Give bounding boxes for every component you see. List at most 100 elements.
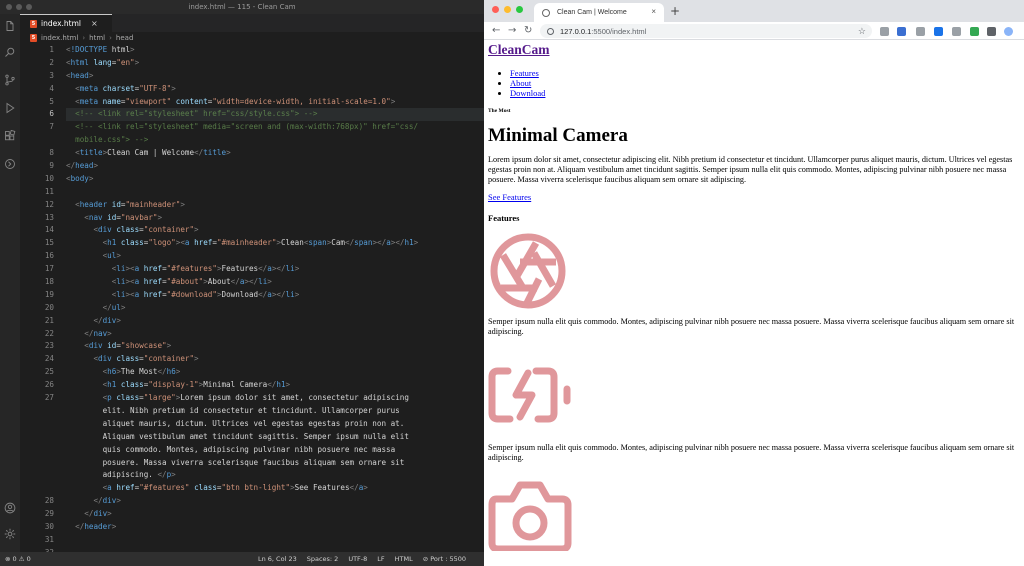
code-editor[interactable]: 1 2 3 4 5 6 7 8 9 10 11 12 13 14 15 16 17 18 19 20 21 22 23 24 2… [20,44,484,557]
code-line[interactable]: <meta name="viewport" content="width=dev… [66,96,484,109]
run-debug-icon[interactable] [4,102,16,114]
nav-link-download[interactable]: Download [510,88,545,98]
code-line[interactable]: <!DOCTYPE html> [66,44,484,57]
code-line[interactable]: </nav> [66,328,484,341]
remote-icon[interactable] [4,158,16,170]
line-number: 25 [44,367,54,377]
forward-button[interactable]: → [508,24,516,38]
code-line[interactable]: <body> [66,173,484,186]
code-line[interactable]: aliquet mauris, dictum. Ultrices vel ege… [66,418,484,431]
site-logo: CleanCam [488,42,1020,58]
code-line[interactable]: <a href="#features" class="btn btn-light… [66,482,484,495]
code-line[interactable] [66,186,484,199]
breadcrumb-item[interactable]: index.html [41,34,78,42]
code-line[interactable]: </div> [66,495,484,508]
files-icon[interactable] [4,20,16,32]
indentation[interactable]: Spaces: 2 [307,552,339,566]
code-line[interactable]: <nav id="navbar"> [66,212,484,225]
code-line[interactable]: <!-- <link rel="stylesheet" media="scree… [66,121,484,134]
code-line[interactable]: </ul> [66,302,484,315]
code-area[interactable]: <!DOCTYPE html> <html lang="en"> <head> <m… [66,44,484,560]
tab-index-html[interactable]: 5 index.html × [20,14,112,32]
address-bar[interactable]: 127.0.0.1:5500/index.html ☆ [540,24,872,38]
breadcrumb-item[interactable]: head [116,34,133,42]
code-line[interactable]: <meta charset="UTF-8"> [66,83,484,96]
nav-list: Features About Download [510,68,1020,98]
extension-icon[interactable] [897,27,906,36]
nav-item: Features [510,68,1020,78]
url-path: :5500/index.html [591,26,647,36]
code-line[interactable]: <html lang="en"> [66,57,484,70]
problems-indicator[interactable]: ⊗ 0 ⚠ 0 [5,552,31,566]
code-line[interactable]: mobile.css"> --> [66,134,484,147]
code-line[interactable]: elit. Nibh pretium id consectetur et tin… [66,405,484,418]
code-line[interactable]: Aliquam vestibulum amet tincidunt sagitt… [66,431,484,444]
breadcrumb-item[interactable]: html [89,34,105,42]
nav-link-features[interactable]: Features [510,68,539,78]
code-line[interactable]: <div id="showcase"> [66,340,484,353]
code-line[interactable]: <h6>The Most</h6> [66,366,484,379]
bookmark-star-icon[interactable]: ☆ [858,24,866,38]
close-icon[interactable]: × [91,19,98,28]
code-line[interactable]: </div> [66,315,484,328]
extension-icon[interactable] [916,27,925,36]
site-info-icon[interactable] [547,27,554,35]
new-tab-button[interactable]: + [670,4,680,18]
live-server-port[interactable]: ⊘ Port : 5500 [423,552,466,566]
code-line[interactable]: <li><a href="#download">Download</a></li… [66,289,484,302]
code-line[interactable]: <header id="mainheader"> [66,199,484,212]
account-icon[interactable] [4,502,16,514]
puzzle-icon[interactable] [987,27,996,36]
logo-link[interactable]: CleanCam [488,42,550,57]
code-line[interactable]: adipiscing. </p> [66,469,484,482]
extension-icon[interactable] [952,27,961,36]
activity-bar [0,14,20,552]
reload-button[interactable]: ↻ [524,24,532,38]
code-line[interactable]: <p class="large">Lorem ipsum dolor sit a… [66,392,484,405]
extension-icon[interactable] [970,27,979,36]
code-line[interactable]: <div class="container"> [66,353,484,366]
code-line[interactable]: </div> [66,508,484,521]
code-line[interactable]: <div class="container"> [66,224,484,237]
extensions-icon[interactable] [4,130,16,142]
avatar[interactable] [1004,27,1013,36]
language-mode[interactable]: HTML [395,552,413,566]
html-file-icon: 5 [30,34,37,42]
code-line[interactable]: <h1 class="display-1">Minimal Camera</h1… [66,379,484,392]
close-window-button[interactable] [492,6,499,13]
search-icon[interactable] [4,46,16,58]
nav-link-about[interactable]: About [510,78,531,88]
code-line[interactable]: <head> [66,70,484,83]
code-line[interactable]: <!-- <link rel="stylesheet" href="css/st… [66,108,484,122]
back-button[interactable]: ← [492,24,500,38]
encoding[interactable]: UTF-8 [348,552,367,566]
see-features-link[interactable]: See Features [488,192,531,202]
browser-tab[interactable]: Clean Cam | Welcome × [534,3,664,22]
code-line[interactable]: <li><a href="#features">Features</a></li… [66,263,484,276]
browser-tab-title: Clean Cam | Welcome [557,9,627,16]
code-line[interactable]: </header> [66,521,484,534]
line-number: 30 [44,521,54,531]
source-control-icon[interactable] [4,74,16,86]
tab-label: index.html [41,19,81,28]
extension-icon[interactable] [880,27,889,36]
zoom-window-button[interactable] [516,6,523,13]
line-number: 1 [49,45,54,54]
end-of-line[interactable]: LF [377,552,384,566]
minimize-window-button[interactable] [504,6,511,13]
code-line[interactable]: <h1 class="logo"><a href="#mainheader">C… [66,237,484,250]
code-line[interactable]: <title>Clean Cam | Welcome</title> [66,147,484,160]
cursor-position[interactable]: Ln 6, Col 23 [258,552,297,566]
code-line[interactable]: <ul> [66,250,484,263]
code-line[interactable]: posuere. Massa viverra scelerisque fauci… [66,457,484,470]
code-line[interactable]: <li><a href="#about">About</a></li> [66,276,484,289]
extension-icon[interactable] [934,27,943,36]
line-number: 22 [44,328,54,338]
close-icon[interactable]: × [651,7,656,16]
code-line[interactable]: </head> [66,160,484,173]
line-number: 19 [44,289,54,299]
code-line[interactable] [66,534,484,547]
code-line[interactable]: quis commodo. Montes, adipiscing pulvina… [66,444,484,457]
web-page: CleanCam Features About Download The Mos… [484,41,1024,566]
gear-icon[interactable] [4,528,16,540]
